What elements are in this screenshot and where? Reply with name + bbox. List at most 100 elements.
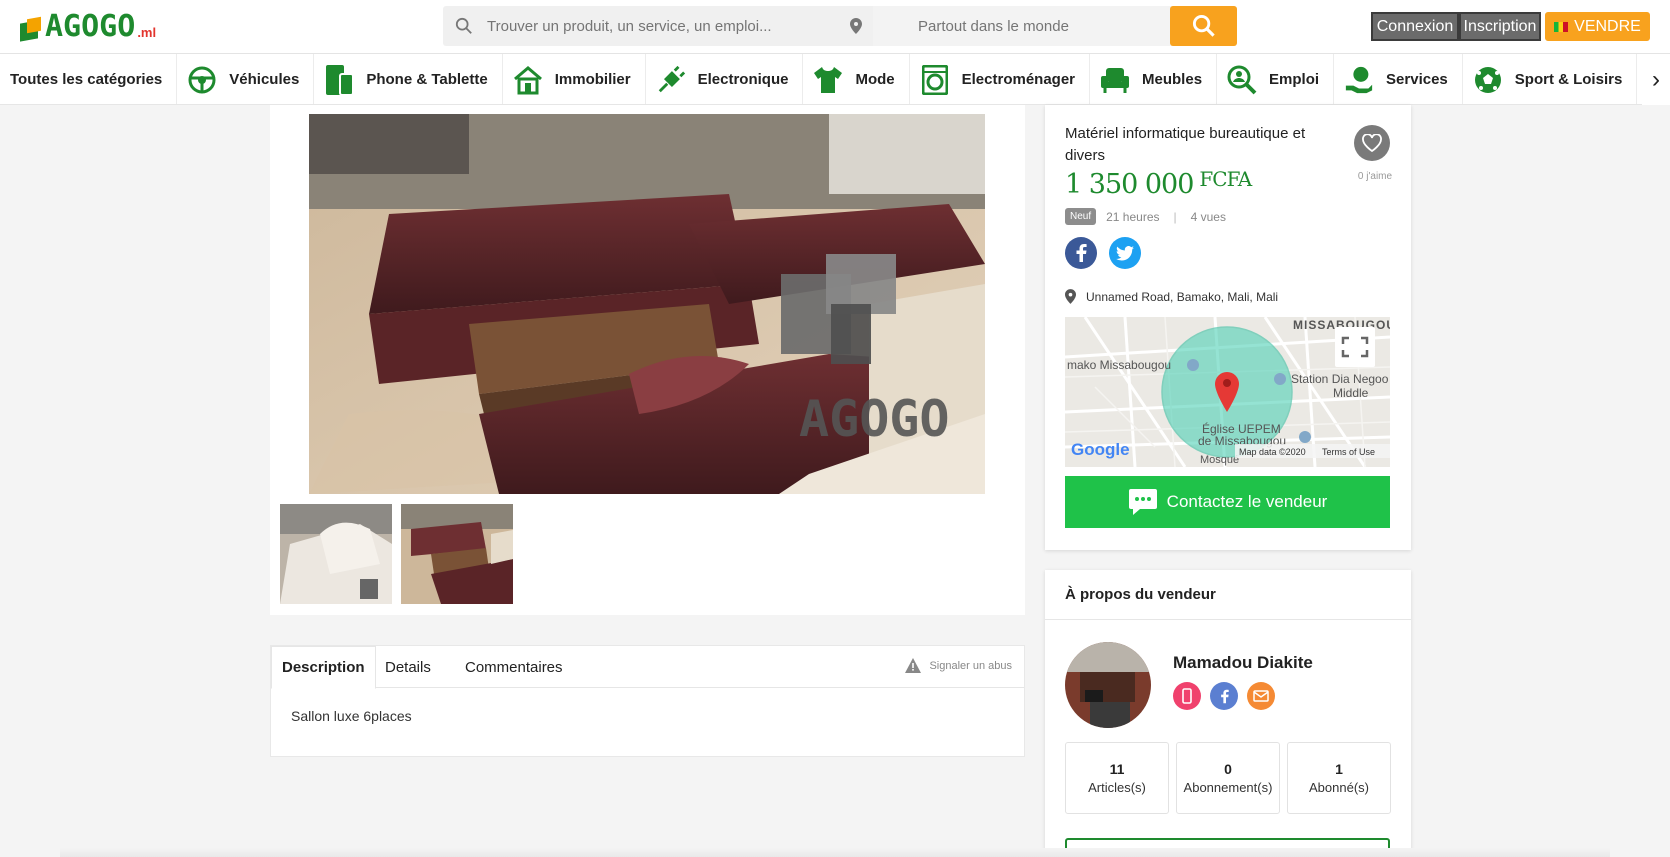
location-input[interactable] bbox=[873, 6, 1209, 46]
category-vehicules[interactable]: Véhicules bbox=[177, 54, 315, 104]
views-count: 4 vues bbox=[1190, 209, 1226, 224]
site-logo[interactable]: AGOGO .ml bbox=[18, 12, 156, 42]
seller-email-button[interactable] bbox=[1247, 682, 1275, 710]
search-bar bbox=[443, 6, 1237, 46]
washing-machine-icon bbox=[920, 64, 950, 95]
phone-tablet-icon bbox=[324, 64, 355, 96]
phone-icon bbox=[1182, 688, 1192, 704]
category-emploi[interactable]: Emploi bbox=[1217, 54, 1335, 104]
stat-subscriptions[interactable]: 0 Abonnement(s) bbox=[1176, 742, 1280, 814]
search-button[interactable] bbox=[1170, 6, 1237, 46]
warning-icon bbox=[905, 658, 922, 673]
photo-thumbnail[interactable] bbox=[401, 504, 513, 604]
meta-separator: | bbox=[1173, 209, 1177, 224]
map-label: Station Dia Negoo bbox=[1291, 372, 1389, 386]
category-meubles[interactable]: Meubles bbox=[1090, 54, 1218, 104]
category-electronique[interactable]: Electronique bbox=[646, 54, 804, 104]
location-pin-icon bbox=[1065, 289, 1076, 304]
stat-value: 1 bbox=[1335, 761, 1343, 777]
logo-tld: .ml bbox=[137, 25, 157, 40]
tab-details[interactable]: Details bbox=[375, 646, 441, 688]
contact-seller-button[interactable]: Contactez le vendeur bbox=[1065, 476, 1390, 528]
fullscreen-button[interactable] bbox=[1335, 327, 1375, 367]
seller-avatar[interactable] bbox=[1065, 642, 1151, 728]
contact-seller-label: Contactez le vendeur bbox=[1166, 492, 1328, 511]
share-facebook-button[interactable] bbox=[1065, 237, 1097, 269]
listing-title: Matériel informatique bureautique et div… bbox=[1065, 125, 1306, 164]
category-label: Services bbox=[1386, 71, 1448, 88]
share-twitter-button[interactable] bbox=[1109, 237, 1141, 269]
stat-value: 0 bbox=[1224, 761, 1232, 777]
category-services[interactable]: Services bbox=[1334, 54, 1463, 104]
category-label: Immobilier bbox=[554, 71, 631, 88]
logo-icon bbox=[18, 16, 44, 42]
mali-flag-icon bbox=[1554, 21, 1569, 32]
price-currency: FCFA bbox=[1199, 167, 1252, 191]
condition-badge: Neuf bbox=[1065, 208, 1097, 225]
listing-card: Matériel informatique bureautique et div… bbox=[1045, 105, 1411, 550]
photo-thumbnail[interactable] bbox=[280, 504, 392, 604]
category-label: Electroménager bbox=[961, 71, 1076, 88]
chat-bubble-icon bbox=[1128, 489, 1157, 515]
category-label: Phone & Tablette bbox=[366, 71, 488, 88]
seller-facebook-button[interactable] bbox=[1210, 682, 1238, 710]
seller-phone-button[interactable] bbox=[1173, 682, 1201, 710]
map-label: Mosqué bbox=[1200, 454, 1239, 466]
category-sport[interactable]: Sport & Loisirs bbox=[1463, 54, 1638, 104]
category-all[interactable]: Toutes les catégories bbox=[0, 54, 178, 104]
description-text: Sallon luxe 6places bbox=[291, 708, 412, 724]
main-photo[interactable]: AGOGO bbox=[309, 114, 985, 494]
category-label: Sport & Loisirs bbox=[1514, 71, 1623, 88]
top-header: AGOGO .ml Connexion Inscription VENDRE bbox=[0, 0, 1670, 54]
steering-wheel-icon bbox=[187, 65, 217, 95]
search-person-icon bbox=[1227, 65, 1257, 95]
location-map[interactable]: MISSABOUGOU mako Missabougou Station Dia… bbox=[1065, 317, 1390, 467]
hand-globe-icon bbox=[1344, 65, 1374, 95]
listing-address: Unnamed Road, Bamako, Mali, Mali bbox=[1065, 289, 1278, 304]
posted-time: 21 heures bbox=[1106, 209, 1160, 224]
facebook-icon bbox=[1076, 244, 1087, 262]
listing-meta: Neuf 21 heures | 4 vues bbox=[1065, 208, 1226, 225]
house-icon bbox=[513, 65, 543, 95]
search-input[interactable] bbox=[477, 6, 867, 46]
stat-label: Abonné(s) bbox=[1309, 780, 1369, 795]
signup-button[interactable]: Inscription bbox=[1459, 12, 1541, 41]
chevron-right-icon[interactable]: › bbox=[1642, 54, 1670, 105]
search-icon bbox=[1192, 14, 1215, 37]
sell-button[interactable]: VENDRE bbox=[1545, 12, 1650, 41]
search-icon bbox=[455, 17, 472, 34]
seller-section-title: À propos du vendeur bbox=[1045, 570, 1411, 620]
login-button[interactable]: Connexion bbox=[1371, 12, 1459, 41]
shirt-icon bbox=[813, 65, 843, 95]
map-terms-link[interactable]: Terms of Use bbox=[1322, 447, 1375, 457]
facebook-icon bbox=[1220, 689, 1229, 703]
stat-label: Articles(s) bbox=[1088, 780, 1146, 795]
category-electromenager[interactable]: Electroménager bbox=[910, 54, 1091, 104]
google-logo: Google bbox=[1071, 440, 1130, 459]
category-immobilier[interactable]: Immobilier bbox=[503, 54, 646, 104]
stat-followers[interactable]: 1 Abonné(s) bbox=[1287, 742, 1391, 814]
tab-description[interactable]: Description bbox=[271, 646, 376, 689]
watermark-text: AGOGO bbox=[799, 390, 950, 448]
favorite-button[interactable] bbox=[1354, 125, 1390, 161]
armchair-icon bbox=[1100, 65, 1130, 95]
seller-name: Mamadou Diakite bbox=[1173, 653, 1313, 672]
photo-gallery: AGOGO bbox=[270, 105, 1025, 615]
page-footer-edge bbox=[60, 848, 1610, 857]
location-pin-icon bbox=[850, 18, 862, 34]
tab-comments[interactable]: Commentaires bbox=[455, 646, 573, 688]
twitter-icon bbox=[1116, 245, 1134, 261]
category-label: Electronique bbox=[697, 71, 789, 88]
map-attribution: Map data ©2020 bbox=[1239, 447, 1306, 457]
category-mode[interactable]: Mode bbox=[803, 54, 910, 104]
heart-icon bbox=[1362, 134, 1382, 152]
soccer-ball-icon bbox=[1473, 65, 1503, 95]
category-label: Toutes les catégories bbox=[10, 71, 163, 88]
stat-articles[interactable]: 11 Articles(s) bbox=[1065, 742, 1169, 814]
category-phone[interactable]: Phone & Tablette bbox=[314, 54, 503, 104]
price-value: 1 350 000 bbox=[1065, 169, 1194, 200]
email-icon bbox=[1253, 690, 1269, 702]
report-abuse-link[interactable]: Signaler un abus bbox=[905, 658, 1012, 673]
stat-value: 11 bbox=[1109, 761, 1125, 777]
seller-card: À propos du vendeur Mamadou Diakite 11 A… bbox=[1045, 570, 1411, 857]
